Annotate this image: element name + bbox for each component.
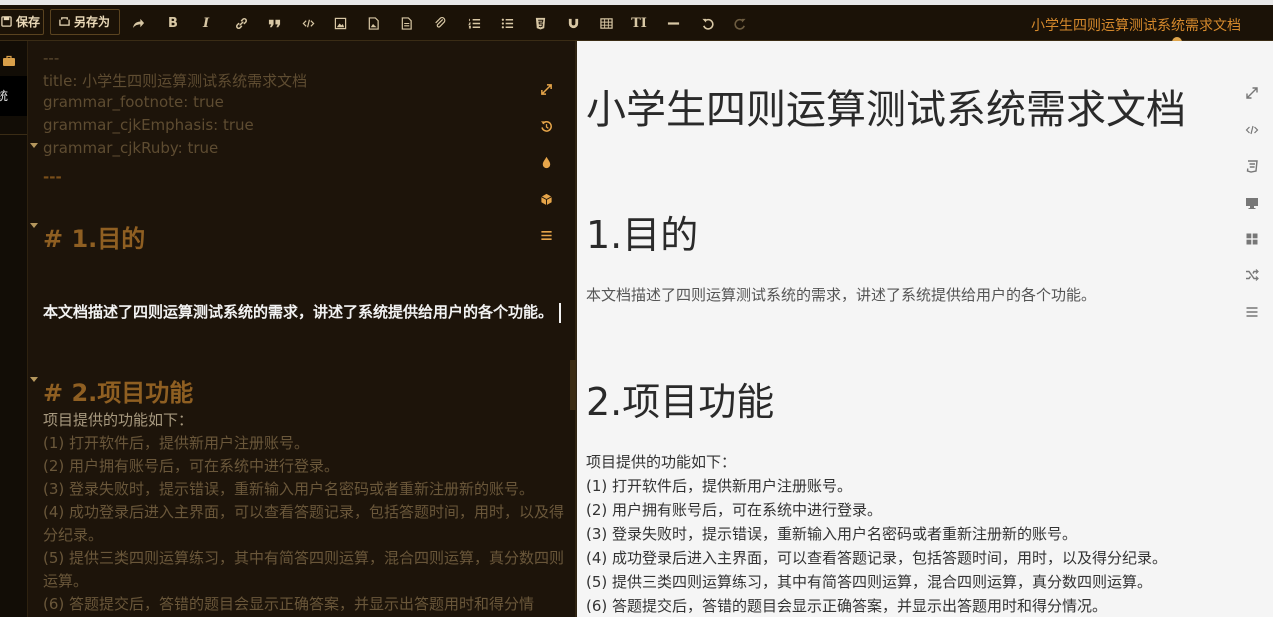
list-item: (1) 打开软件后，提供新用户注册账号。	[43, 434, 310, 452]
save-icon	[1, 16, 13, 28]
editor-heading: # 2.项目功能	[43, 379, 194, 407]
list-item: (3) 登录失败时，提示错误，重新输入用户名密码或者重新注册新的账号。	[586, 525, 1078, 543]
markdown-editor[interactable]: --- title: 小学生四则运算测试系统需求文档 grammar_footn…	[28, 41, 575, 617]
history-icon[interactable]	[536, 116, 556, 136]
list-item: (3) 登录失败时，提示错误，重新输入用户名密码或者重新注册新的账号。	[43, 480, 535, 498]
frontmatter-line: grammar_footnote: true	[43, 93, 224, 111]
frontmatter-line: grammar_cjkRuby: true	[43, 139, 219, 157]
sidebar-active-tab[interactable]: 统	[0, 76, 27, 116]
unordered-list-icon[interactable]	[497, 14, 517, 32]
frontmatter-line: ---	[43, 168, 62, 186]
title-icon[interactable]: TI	[629, 14, 649, 32]
briefcase-icon[interactable]	[2, 52, 16, 66]
save-button-label: 保存	[16, 15, 41, 29]
list-intro: 项目提供的功能如下：	[43, 411, 194, 429]
bold-icon[interactable]: B	[163, 14, 183, 32]
table-icon[interactable]	[596, 14, 616, 32]
list-item: (6) 答题提交后，答错的题目会显示正确答案，并显示出答题用时和得分情	[43, 595, 535, 613]
frontmatter-line: grammar_cjkEmphasis: true	[43, 116, 254, 134]
drop-icon[interactable]	[536, 152, 556, 172]
preview-heading: 2.项目功能	[586, 380, 775, 424]
fold-toggle-icon[interactable]	[30, 223, 38, 228]
list-item: (5) 提供三类四则运算练习，其中有简答四则运算，混合四则运算，真分数四则运算。	[586, 573, 1153, 591]
left-sidebar: 统	[0, 41, 28, 617]
code-icon[interactable]	[1240, 120, 1264, 140]
markdown-preview: 小学生四则运算测试系统需求文档 1.目的 本文档描述了四则运算测试系统的需求，讲…	[577, 41, 1273, 617]
editor-paragraph-text: 本文档描述了四则运算测试系统的需求，讲述了系统提供给用户的各个功能。	[43, 303, 554, 321]
list-item: (4) 成功登录后进入主界面，可以查看答题记录，包括答题时间，用时，以及得分纪录…	[43, 503, 565, 544]
editor-feature-list: 项目提供的功能如下： (1) 打开软件后，提供新用户注册账号。 (2) 用户拥有…	[43, 409, 565, 616]
menu-icon[interactable]	[536, 225, 556, 245]
link-icon[interactable]	[231, 14, 251, 32]
saveas-button-label: 另存为	[74, 15, 111, 29]
preview-heading: 1.目的	[586, 213, 699, 257]
grid-icon[interactable]	[1240, 229, 1264, 249]
cube-icon[interactable]	[536, 189, 556, 209]
sidebar-divider	[0, 134, 27, 135]
attachment-icon[interactable]	[430, 14, 450, 32]
file-icon[interactable]	[396, 14, 416, 32]
document-title: 小学生四则运算测试系统需求文档	[1031, 18, 1241, 34]
list-intro: 项目提供的功能如下：	[586, 453, 737, 471]
preview-feature-list: 项目提供的功能如下： (1) 打开软件后，提供新用户注册账号。 (2) 用户拥有…	[586, 450, 1167, 617]
magnet-icon[interactable]	[563, 14, 583, 32]
frontmatter-line: ---	[43, 49, 60, 67]
list-item: (2) 用户拥有账号后，可在系统中进行登录。	[43, 457, 340, 475]
list-item: (1) 打开软件后，提供新用户注册账号。	[586, 477, 853, 495]
editor-heading: # 1.目的	[43, 225, 146, 253]
html5-icon[interactable]	[530, 14, 550, 32]
menu-icon[interactable]	[1240, 302, 1264, 322]
fold-toggle-icon[interactable]	[30, 143, 38, 148]
file-image-icon[interactable]	[363, 14, 383, 32]
splitter-handle[interactable]	[570, 360, 576, 410]
fold-toggle-icon[interactable]	[30, 377, 38, 382]
image-icon[interactable]	[330, 14, 350, 32]
css3-icon[interactable]	[1240, 156, 1264, 176]
redo-icon[interactable]	[730, 14, 750, 32]
editor-paragraph: 本文档描述了四则运算测试系统的需求，讲述了系统提供给用户的各个功能。	[43, 299, 563, 326]
italic-icon[interactable]: I	[196, 14, 216, 32]
ordered-list-icon[interactable]	[464, 14, 484, 32]
undo-icon[interactable]	[697, 14, 717, 32]
save-button[interactable]: 保存	[0, 9, 44, 35]
share-icon[interactable]	[128, 14, 148, 32]
horizontal-rule-icon[interactable]	[663, 14, 683, 32]
sidebar-active-tab-label: 统	[0, 89, 9, 103]
shuffle-icon[interactable]	[1240, 265, 1264, 285]
frontmatter-line: title: 小学生四则运算测试系统需求文档	[43, 72, 308, 90]
preview-paragraph: 本文档描述了四则运算测试系统的需求，讲述了系统提供给用户的各个功能。	[586, 286, 1097, 304]
code-icon[interactable]	[298, 14, 318, 32]
saveas-button[interactable]: 另存为	[50, 9, 120, 35]
list-item: (2) 用户拥有账号后，可在系统中进行登录。	[586, 501, 883, 519]
toolbar: 保存 另存为 B I TI 小学生四则运算测试系统需求文档	[0, 5, 1273, 41]
list-item: (4) 成功登录后进入主界面，可以查看答题记录，包括答题时间，用时，以及得分纪录…	[586, 549, 1168, 567]
expand-icon[interactable]	[1240, 83, 1264, 103]
list-item: (6) 答题提交后，答错的题目会显示正确答案，并显示出答题用时和得分情况。	[586, 597, 1108, 615]
expand-icon[interactable]	[536, 79, 556, 99]
quote-icon[interactable]	[264, 14, 284, 32]
desktop-icon[interactable]	[1240, 193, 1264, 213]
list-item: (5) 提供三类四则运算练习，其中有简答四则运算，混合四则运算，真分数四则运算。	[43, 549, 565, 590]
preview-title: 小学生四则运算测试系统需求文档	[586, 87, 1186, 133]
text-caret	[559, 302, 562, 323]
saveas-icon	[59, 16, 71, 28]
